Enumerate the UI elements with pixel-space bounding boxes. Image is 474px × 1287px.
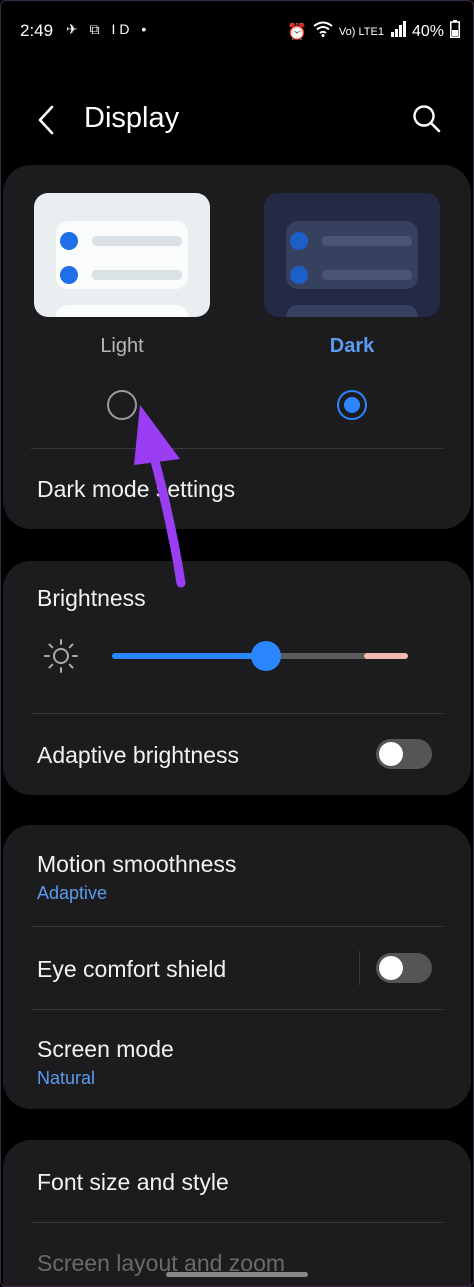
adaptive-brightness-label: Adaptive brightness bbox=[37, 742, 240, 768]
font-size-style-item[interactable]: Font size and style bbox=[37, 1169, 229, 1196]
dark-theme-label: Dark bbox=[329, 335, 375, 357]
signal-icon bbox=[390, 21, 406, 42]
motion-smoothness-value: Adaptive bbox=[37, 883, 108, 903]
app-header: Display bbox=[0, 88, 474, 152]
search-button[interactable] bbox=[410, 102, 444, 136]
light-theme-preview[interactable] bbox=[34, 193, 210, 317]
wifi-icon bbox=[313, 21, 333, 42]
display-options-card: Motion smoothness Adaptive Eye comfort s… bbox=[3, 825, 471, 1109]
page-title: Display bbox=[84, 102, 180, 134]
adaptive-brightness-toggle[interactable] bbox=[376, 739, 432, 769]
status-right: ⏰ Vo) LTE1 40% bbox=[287, 20, 460, 43]
eye-comfort-toggle[interactable] bbox=[376, 953, 432, 983]
status-bar: 2:49 ✈ ⧉ ID • ⏰ Vo) LTE1 40% bbox=[0, 0, 474, 60]
sun-icon bbox=[44, 639, 78, 673]
dark-theme-radio[interactable] bbox=[337, 390, 367, 420]
brightness-title: Brightness bbox=[37, 585, 146, 611]
back-arrow-icon bbox=[38, 105, 54, 135]
brightness-card: Brightness Adaptive brightness bbox=[3, 561, 471, 795]
dark-mode-settings-item[interactable]: Dark mode settings bbox=[37, 476, 235, 503]
brightness-slider-fill bbox=[112, 653, 266, 659]
back-button[interactable] bbox=[30, 98, 66, 142]
home-indicator[interactable] bbox=[166, 1272, 308, 1277]
battery-percent: 40% bbox=[411, 22, 444, 40]
toggle-separator bbox=[359, 951, 360, 985]
search-icon bbox=[413, 105, 441, 133]
light-theme-label: Light bbox=[100, 335, 144, 357]
battery-icon bbox=[450, 20, 460, 43]
brightness-extra-range bbox=[364, 653, 408, 659]
notification-icons: ✈ ⧉ ID • bbox=[66, 21, 151, 37]
alarm-icon: ⏰ bbox=[287, 23, 307, 41]
screen-mode-value: Natural bbox=[37, 1068, 96, 1088]
light-theme-radio[interactable] bbox=[107, 390, 137, 420]
dark-theme-preview[interactable] bbox=[264, 193, 440, 317]
theme-card: Light Dark Dark mode settings bbox=[3, 165, 471, 529]
volte-indicator: Vo) LTE1 bbox=[338, 25, 384, 38]
brightness-slider-thumb[interactable] bbox=[250, 641, 281, 671]
font-card: Font size and style Screen layout and zo… bbox=[3, 1140, 471, 1287]
screen-mode-item[interactable]: Screen mode bbox=[37, 1036, 174, 1063]
eye-comfort-shield-item[interactable]: Eye comfort shield bbox=[37, 956, 226, 983]
motion-smoothness-item[interactable]: Motion smoothness bbox=[37, 851, 236, 878]
status-time: 2:49 bbox=[20, 21, 54, 40]
